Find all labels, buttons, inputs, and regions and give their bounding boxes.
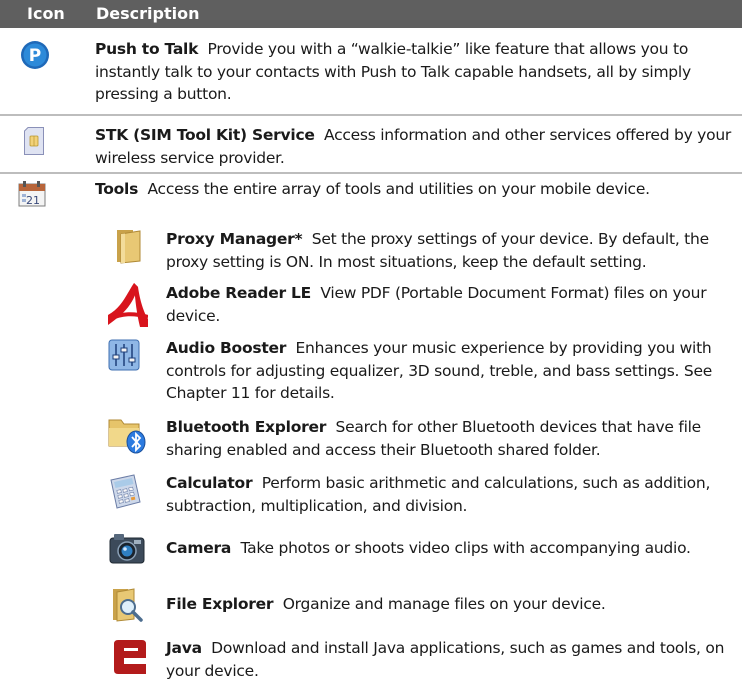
table-header: Icon Description bbox=[0, 0, 742, 28]
item-title: Bluetooth Explorer bbox=[166, 418, 327, 436]
svg-text:21: 21 bbox=[26, 194, 40, 207]
item-title: File Explorer bbox=[166, 595, 274, 613]
row-divider bbox=[0, 172, 742, 174]
camera-icon bbox=[108, 531, 148, 565]
header-icon-column: Icon bbox=[27, 4, 65, 23]
item-description: Access the entire array of tools and uti… bbox=[147, 180, 650, 198]
svg-text:P: P bbox=[29, 46, 41, 66]
item-title: Proxy Manager* bbox=[166, 230, 303, 248]
sim-card-icon bbox=[24, 127, 44, 155]
item-title: Tools bbox=[95, 180, 139, 198]
list-item: Calculator Perform basic arithmetic and … bbox=[166, 472, 736, 517]
item-title: Push to Talk bbox=[95, 40, 199, 58]
list-item: Tools Access the entire array of tools a… bbox=[95, 178, 735, 201]
bluetooth-folder-icon bbox=[107, 416, 147, 454]
item-title: Camera bbox=[166, 539, 232, 557]
list-item: STK (SIM Tool Kit) Service Access inform… bbox=[95, 124, 735, 169]
list-item: Adobe Reader LE View PDF (Portable Docum… bbox=[166, 282, 736, 327]
list-item: File Explorer Organize and manage files … bbox=[166, 593, 736, 616]
folder-icon bbox=[113, 228, 145, 264]
list-item: Proxy Manager* Set the proxy settings of… bbox=[166, 228, 736, 273]
list-item: Audio Booster Enhances your music experi… bbox=[166, 337, 736, 405]
item-title: Adobe Reader LE bbox=[166, 284, 312, 302]
row-divider bbox=[0, 114, 742, 116]
calculator-icon bbox=[108, 474, 142, 510]
header-description-column: Description bbox=[96, 4, 200, 23]
item-description: Organize and manage files on your device… bbox=[282, 595, 606, 613]
push-to-talk-icon: P bbox=[20, 40, 50, 70]
item-title: STK (SIM Tool Kit) Service bbox=[95, 126, 315, 144]
equalizer-icon bbox=[108, 339, 140, 371]
item-title: Java bbox=[166, 639, 202, 657]
list-item: Push to Talk Provide you with a “walkie-… bbox=[95, 38, 735, 106]
item-description: Take photos or shoots video clips with a… bbox=[240, 539, 691, 557]
list-item: Java Download and install Java applicati… bbox=[166, 637, 736, 682]
file-explorer-icon bbox=[110, 587, 144, 623]
calendar-tools-icon: 21 bbox=[18, 180, 48, 208]
item-title: Audio Booster bbox=[166, 339, 287, 357]
list-item: Bluetooth Explorer Search for other Blue… bbox=[166, 416, 736, 461]
item-title: Calculator bbox=[166, 474, 253, 492]
java-icon bbox=[110, 638, 148, 674]
list-item: Camera Take photos or shoots video clips… bbox=[166, 537, 736, 560]
item-description: Download and install Java applications, … bbox=[166, 639, 725, 680]
adobe-reader-icon bbox=[104, 281, 149, 327]
